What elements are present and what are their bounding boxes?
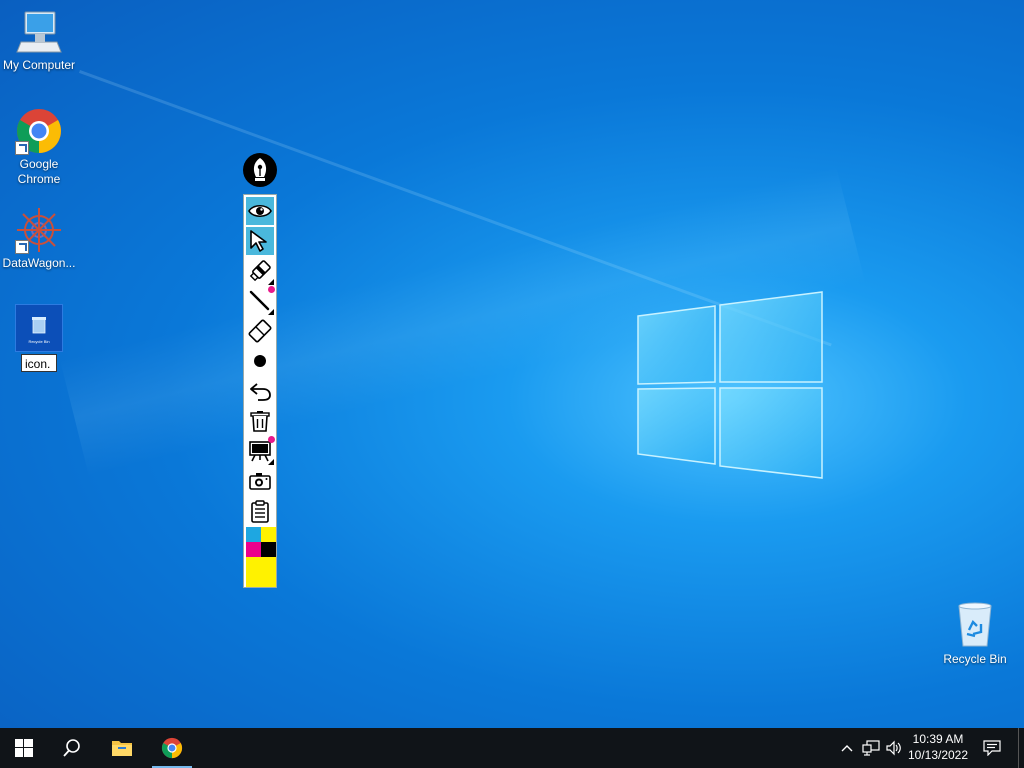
tool-visibility[interactable] bbox=[246, 197, 274, 225]
tray-volume[interactable] bbox=[884, 728, 904, 768]
swatch-magenta[interactable] bbox=[246, 542, 261, 557]
show-desktop-button[interactable] bbox=[1018, 728, 1024, 768]
desktop-icon-label: Recycle Bin bbox=[943, 652, 1007, 666]
search-button[interactable] bbox=[48, 728, 96, 768]
color-indicator bbox=[268, 286, 275, 293]
recycle-bin-icon: Recycle Bin bbox=[28, 317, 50, 344]
desktop-icon-my-computer[interactable]: My Computer bbox=[0, 8, 78, 73]
chrome-icon bbox=[15, 107, 63, 155]
taskbar-chrome[interactable] bbox=[148, 728, 196, 768]
tool-whiteboard[interactable] bbox=[246, 436, 275, 465]
trash-icon bbox=[250, 411, 270, 432]
undo-icon bbox=[250, 383, 271, 401]
recycle-bin-icon bbox=[958, 602, 992, 647]
pen-toolbar bbox=[243, 194, 277, 588]
color-palette bbox=[246, 527, 276, 587]
start-button[interactable] bbox=[0, 728, 48, 768]
tool-pen[interactable] bbox=[246, 286, 275, 315]
swatch-black[interactable] bbox=[261, 542, 276, 557]
swatch-yellow[interactable] bbox=[261, 527, 276, 542]
tool-clipboard[interactable] bbox=[246, 497, 274, 525]
tool-highlighter[interactable] bbox=[246, 257, 274, 285]
submenu-indicator bbox=[268, 309, 274, 315]
color-indicator bbox=[268, 436, 275, 443]
pen-toolbar-handle[interactable] bbox=[243, 153, 277, 187]
chevron-up-icon bbox=[841, 745, 853, 752]
desktop-icon-label: DataWagon... bbox=[2, 256, 76, 270]
tool-clear[interactable] bbox=[246, 407, 274, 435]
taskbar-file-explorer[interactable] bbox=[98, 728, 146, 768]
tray-overflow[interactable] bbox=[838, 728, 856, 768]
taskbar-clock[interactable]: 10:39 AM 10/13/2022 bbox=[902, 731, 974, 763]
taskbar: 10:39 AM 10/13/2022 bbox=[0, 728, 1024, 768]
eye-icon bbox=[248, 204, 272, 218]
tool-select[interactable] bbox=[246, 227, 274, 255]
tool-eraser[interactable] bbox=[246, 317, 274, 345]
dot-size-icon bbox=[254, 355, 266, 367]
desktop-icon-google-chrome[interactable]: Google Chrome bbox=[0, 107, 78, 187]
network-icon bbox=[862, 740, 880, 756]
tray-network[interactable] bbox=[860, 728, 882, 768]
rename-field-value: icon. bbox=[25, 357, 51, 371]
windows-wallpaper-logo bbox=[636, 290, 824, 480]
clipboard-icon bbox=[251, 500, 269, 523]
datawagon-icon bbox=[15, 206, 63, 254]
eraser-icon bbox=[248, 319, 272, 343]
desktop-icon-recycle-bin-selected[interactable]: Recycle Bin bbox=[15, 304, 63, 352]
camera-icon bbox=[249, 473, 271, 490]
tool-undo[interactable] bbox=[246, 377, 274, 405]
cursor-arrow-icon bbox=[250, 230, 267, 252]
desktop-icon-label: Google Chrome bbox=[17, 157, 61, 186]
tool-brush-size[interactable] bbox=[246, 347, 274, 375]
submenu-indicator bbox=[268, 279, 274, 285]
desktop[interactable]: My Computer Google Chrome DataWagon... R… bbox=[0, 0, 1024, 728]
desktop-icon-recycle-bin[interactable]: Recycle Bin bbox=[936, 600, 1014, 666]
rename-field[interactable]: icon. bbox=[21, 354, 57, 372]
notification-icon bbox=[983, 740, 1001, 756]
volume-icon bbox=[886, 740, 901, 756]
action-center-button[interactable] bbox=[980, 728, 1004, 768]
desktop-icon-label: My Computer bbox=[2, 58, 76, 72]
recycle-bin-thumb-label: Recycle Bin bbox=[28, 339, 49, 344]
file-explorer-icon bbox=[112, 741, 132, 756]
windows-start-icon bbox=[15, 739, 33, 757]
fountain-pen-icon bbox=[253, 158, 267, 181]
current-color[interactable] bbox=[246, 557, 276, 587]
swatch-cyan[interactable] bbox=[246, 527, 261, 542]
desktop-icon-datawagon[interactable]: DataWagon... bbox=[0, 206, 78, 271]
shortcut-arrow-icon bbox=[15, 141, 29, 155]
submenu-indicator bbox=[268, 459, 274, 465]
chrome-icon bbox=[161, 737, 183, 759]
tool-screenshot[interactable] bbox=[246, 467, 274, 495]
computer-icon bbox=[15, 8, 63, 56]
clock-date: 10/13/2022 bbox=[907, 748, 969, 762]
search-icon bbox=[63, 739, 80, 757]
clock-time: 10:39 AM bbox=[912, 732, 964, 746]
shortcut-arrow-icon bbox=[15, 240, 29, 254]
